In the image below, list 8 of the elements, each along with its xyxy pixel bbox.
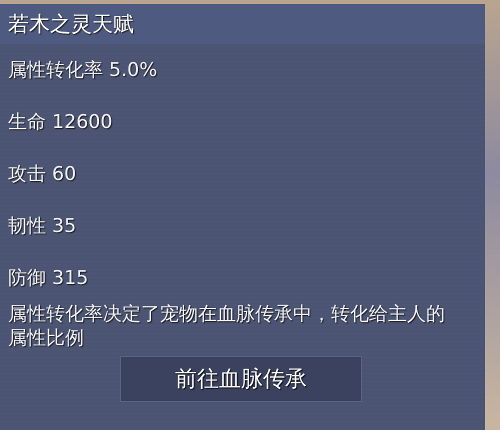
stat-label: 防御 315 xyxy=(8,266,90,290)
stat-label: 韧性 35 xyxy=(8,214,78,238)
stat-label: 生命 12600 xyxy=(8,110,114,134)
stat-label: 属性转化率 5.0% xyxy=(8,58,158,82)
stat-label: 攻击 60 xyxy=(8,162,78,186)
tooltip-title: 若木之灵天赋 xyxy=(8,11,134,38)
bloodline-inheritance-button[interactable]: 前往血脉传承 xyxy=(120,356,362,402)
description-text: 属性转化率决定了宠物在血脉传承中，转化给主人的属性比例 xyxy=(8,302,446,350)
